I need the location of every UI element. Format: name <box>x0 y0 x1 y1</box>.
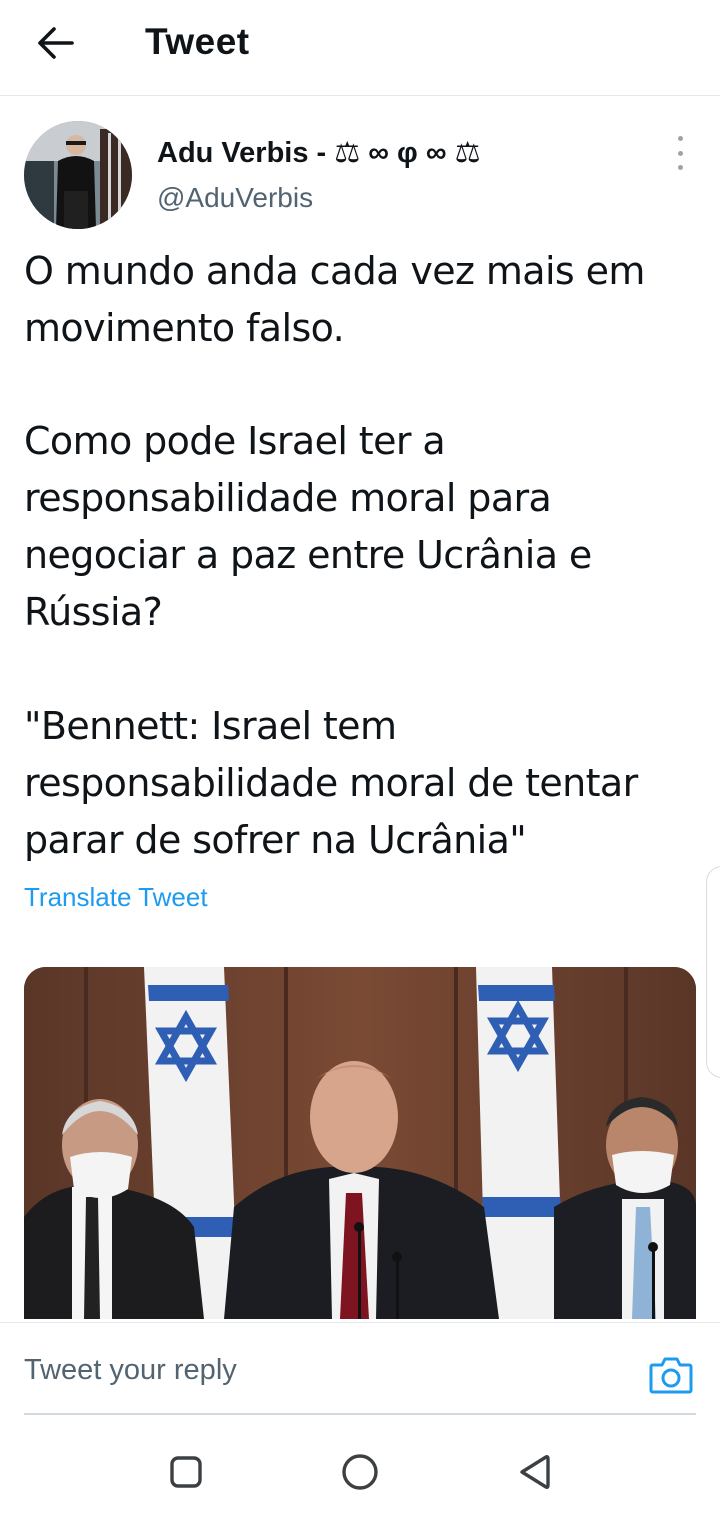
press-conference-photo <box>24 967 696 1319</box>
author-name[interactable]: Adu Verbis - ⚖ ∞ φ ∞ ⚖ <box>157 134 481 172</box>
top-app-bar: Tweet <box>0 0 720 96</box>
tweet-media-image[interactable] <box>24 967 696 1319</box>
arrow-left-icon <box>38 27 74 59</box>
tweet-text-paragraph: O mundo anda cada vez mais em movimento … <box>24 249 645 350</box>
reply-divider <box>24 1413 696 1415</box>
more-options-button[interactable] <box>664 136 696 170</box>
home-button[interactable] <box>336 1448 384 1496</box>
page-title: Tweet <box>145 21 250 62</box>
tweet-text-paragraph: "Bennett: Israel tem responsabilidade mo… <box>24 704 638 862</box>
avatar[interactable] <box>24 121 132 229</box>
square-icon <box>170 1456 202 1488</box>
camera-button[interactable] <box>648 1352 694 1398</box>
avatar-image <box>24 121 132 229</box>
tweet-text-paragraph: Como pode Israel ter a responsabilidade … <box>24 419 592 634</box>
translate-tweet-link[interactable]: Translate Tweet <box>24 879 208 915</box>
author-handle[interactable]: @AduVerbis <box>157 180 313 216</box>
more-vertical-icon <box>677 136 683 141</box>
reply-input[interactable]: Tweet your reply <box>24 1350 237 1390</box>
edge-panel-handle[interactable] <box>706 866 720 1078</box>
triangle-back-icon <box>520 1455 550 1489</box>
back-button[interactable] <box>28 18 84 68</box>
circle-icon <box>342 1454 378 1490</box>
camera-icon <box>649 1357 693 1394</box>
system-back-button[interactable] <box>510 1448 558 1496</box>
recents-button[interactable] <box>162 1448 210 1496</box>
